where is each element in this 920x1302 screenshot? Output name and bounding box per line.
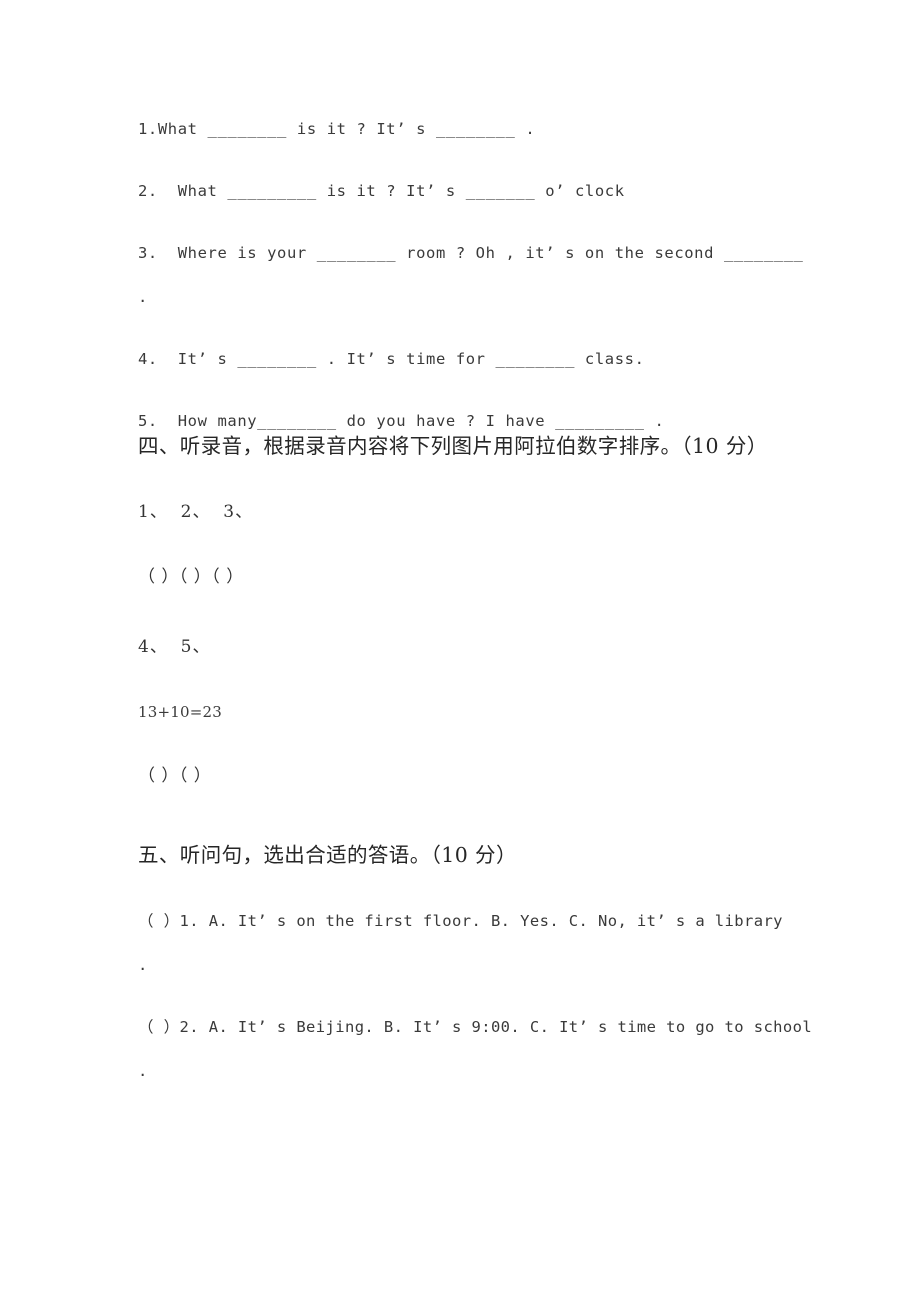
choice-question-1[interactable]: （ ）1. A. It’ s on the first floor. B. Ye… bbox=[138, 910, 838, 976]
answer-brackets-row-2[interactable]: （ ）（ ） bbox=[138, 765, 838, 789]
picture-ordinals-row-2: 4、 5、 bbox=[138, 637, 211, 658]
fill-in-blank-item-1[interactable]: 1.What ________ is it ? It’ s ________ . bbox=[138, 118, 838, 140]
worksheet-page: 1.What ________ is it ? It’ s ________ .… bbox=[0, 0, 920, 1302]
fill-in-blank-item-3[interactable]: 3. Where is your ________ room ? Oh , it… bbox=[138, 242, 838, 308]
fill-in-blank-group: 1.What ________ is it ? It’ s ________ .… bbox=[138, 118, 838, 432]
picture-equation-caption: 13+10=23 bbox=[138, 703, 222, 722]
worksheet-content: 1.What ________ is it ? It’ s ________ .… bbox=[138, 118, 838, 1122]
answer-brackets-row-1[interactable]: （ ）（ ）（ ） bbox=[138, 566, 838, 590]
section-four: 四、听录音，根据录音内容将下列图片用阿拉伯数字排序。（10 分） 1、 2、 3… bbox=[138, 432, 838, 789]
section-five-heading: 五、听问句，选出合适的答语。（10 分） bbox=[138, 842, 517, 867]
fill-in-blank-item-2[interactable]: 2. What _________ is it ? It’ s _______ … bbox=[138, 180, 838, 202]
choice-question-2[interactable]: （ ）2. A. It’ s Beijing. B. It’ s 9:00. C… bbox=[138, 1016, 838, 1082]
fill-in-blank-item-4[interactable]: 4. It’ s ________ . It’ s time for _____… bbox=[138, 348, 838, 370]
fill-in-blank-item-5[interactable]: 5. How many________ do you have ? I have… bbox=[138, 410, 838, 432]
section-five: 五、听问句，选出合适的答语。（10 分） （ ）1. A. It’ s on t… bbox=[138, 841, 838, 1082]
picture-ordinals-row-1: 1、 2、 3、 bbox=[138, 501, 254, 522]
section-four-heading: 四、听录音，根据录音内容将下列图片用阿拉伯数字排序。（10 分） bbox=[138, 434, 768, 458]
